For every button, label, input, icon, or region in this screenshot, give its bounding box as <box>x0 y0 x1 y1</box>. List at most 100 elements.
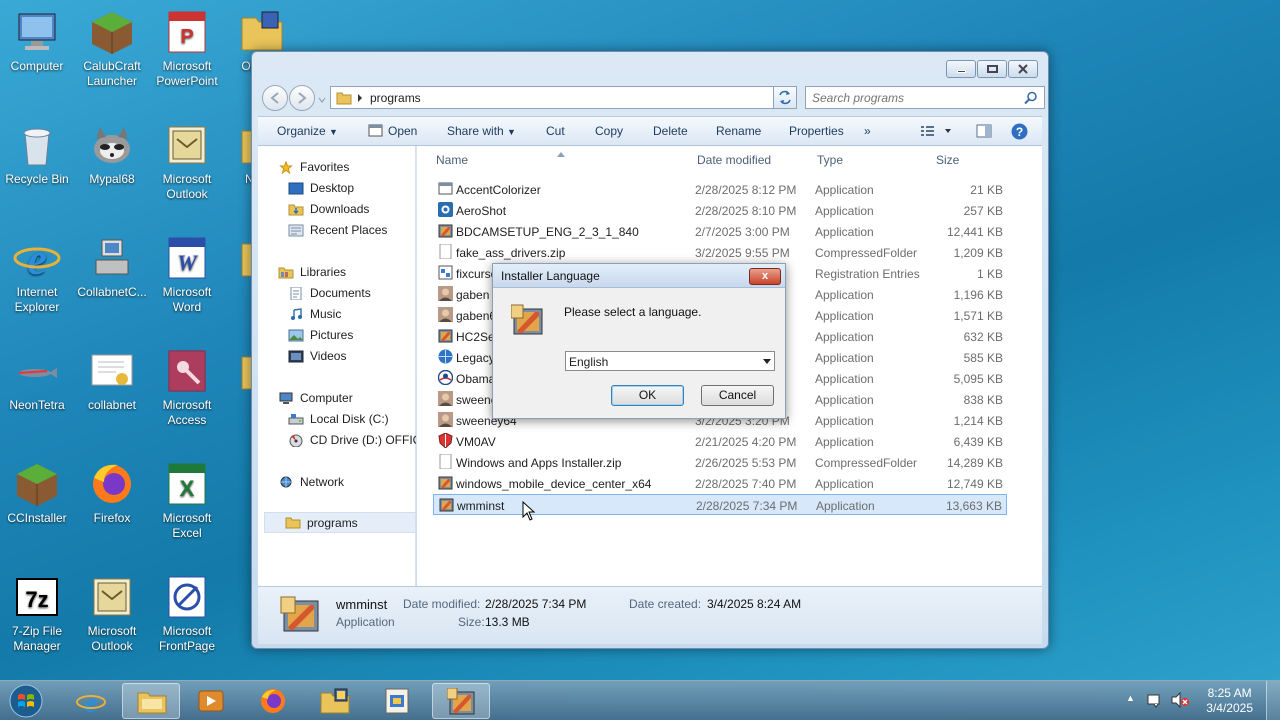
dialog-close-button[interactable]: x <box>749 268 781 285</box>
copy-button[interactable]: Copy <box>595 124 623 138</box>
refresh-button[interactable] <box>773 86 797 109</box>
file-row[interactable]: fake_ass_drivers.zip 3/2/2025 9:55 PM Comp… <box>433 242 1007 263</box>
nav-downloads[interactable]: Downloads <box>288 202 413 218</box>
close-window-button[interactable] <box>1008 60 1038 78</box>
taskbar-program-folder[interactable] <box>306 683 364 719</box>
nav-desktop[interactable]: Desktop <box>288 181 413 197</box>
taskbar-app-window[interactable] <box>368 683 426 719</box>
nav-libraries[interactable]: Libraries <box>278 265 408 281</box>
registry-icon <box>438 265 453 280</box>
file-row[interactable]: BDCAMSETUP_ENG_2_3_1_840 2/7/2025 3:00 PM… <box>433 221 1007 242</box>
forward-button[interactable] <box>289 85 315 111</box>
share-with-button[interactable]: Share with ▼ <box>447 124 516 138</box>
file-row[interactable]: AccentColorizer 2/28/2025 8:12 PM Applicat… <box>433 179 1007 200</box>
taskbar-clock[interactable]: 8:25 AM 3/4/2025 <box>1206 686 1253 716</box>
nav-cd-drive[interactable]: CD Drive (D:) OFFICE <box>288 433 416 449</box>
desktop-icon-label: Microsoft Excel <box>162 511 212 540</box>
desktop-icon[interactable]: W Microsoft Word <box>149 234 225 315</box>
desktop-icon[interactable]: e Internet Explorer <box>0 234 75 315</box>
nav-downloads-label: Downloads <box>310 202 370 216</box>
desktop-icon[interactable]: Mypal68 <box>74 121 150 187</box>
breadcrumb-arrow-icon[interactable] <box>357 94 363 102</box>
properties-button[interactable]: Properties <box>789 124 844 138</box>
maximize-button[interactable] <box>977 60 1007 78</box>
show-hidden-icons-button[interactable]: ▲ <box>1126 693 1135 703</box>
nav-programs[interactable]: programs <box>264 512 416 533</box>
dialog-titlebar[interactable]: Installer Language x <box>493 264 785 288</box>
more-commands-button[interactable]: » <box>864 124 871 138</box>
recycle-bin-icon <box>13 121 61 169</box>
nav-network[interactable]: Network <box>278 475 413 491</box>
taskbar-internet-explorer[interactable]: e <box>62 683 120 719</box>
ok-button[interactable]: OK <box>611 385 684 406</box>
search-icon[interactable] <box>1024 91 1038 105</box>
desktop-icon[interactable]: CalubCraft Launcher <box>74 8 150 89</box>
desktop-icon[interactable]: Firefox <box>74 460 150 526</box>
rename-button[interactable]: Rename <box>716 124 761 138</box>
nav-pictures[interactable]: Pictures <box>288 328 413 344</box>
nav-favorites[interactable]: Favorites <box>278 160 408 176</box>
address-bar[interactable]: programs <box>330 86 796 109</box>
view-options-button[interactable] <box>921 125 951 140</box>
videos-icon <box>288 350 304 363</box>
desktop-icon[interactable]: CollabnetC... <box>74 234 150 300</box>
column-date-header[interactable]: Date modified <box>697 153 771 167</box>
open-button[interactable]: Open <box>368 124 417 138</box>
recent-pages-chevron-icon[interactable] <box>318 93 326 107</box>
show-desktop-button[interactable] <box>1266 681 1280 720</box>
file-row[interactable]: windows_mobile_device_center_x64 2/28/202… <box>433 473 1007 494</box>
preview-pane-button[interactable] <box>976 124 992 141</box>
file-row[interactable]: VM0AV 2/21/2025 4:20 PM Application 6,439 K… <box>433 431 1007 452</box>
file-size: 21 KB <box>970 183 1003 197</box>
desktop-icon[interactable]: collabnet <box>74 347 150 413</box>
taskbar-explorer[interactable] <box>122 683 180 719</box>
column-type-header[interactable]: Type <box>817 153 843 167</box>
column-size-header[interactable]: Size <box>936 153 959 167</box>
column-name-header[interactable]: Name <box>436 153 468 167</box>
file-row[interactable]: Windows and Apps Installer.zip 2/26/2025 … <box>433 452 1007 473</box>
nav-computer[interactable]: Computer <box>278 391 413 407</box>
minimize-button[interactable] <box>946 60 976 78</box>
nav-local-disk[interactable]: Local Disk (C:) <box>288 412 413 428</box>
desktop-icon[interactable]: P Microsoft PowerPoint <box>149 8 225 89</box>
cut-button[interactable]: Cut <box>546 124 565 138</box>
taskbar-media-player[interactable] <box>182 683 240 719</box>
nav-videos[interactable]: Videos <box>288 349 413 365</box>
desktop-icon[interactable]: Microsoft Outlook <box>74 573 150 654</box>
organize-button[interactable]: Organize ▼ <box>277 124 338 138</box>
file-row[interactable]: wmminst 2/28/2025 7:34 PM Application 13,66… <box>433 494 1007 515</box>
action-center-icon[interactable] <box>1146 692 1164 708</box>
file-row[interactable]: AeroShot 2/28/2025 8:10 PM Application 257 … <box>433 200 1007 221</box>
nav-music[interactable]: Music <box>288 307 413 323</box>
desktop-icon[interactable]: CCInstaller <box>0 460 75 526</box>
desktop-icon-label: Internet Explorer <box>14 285 60 314</box>
powerpoint-icon: P <box>163 8 211 56</box>
desktop-icon[interactable]: 7z 7-Zip File Manager <box>0 573 75 654</box>
volume-muted-icon[interactable] <box>1171 692 1189 708</box>
file-name: gaben <box>456 288 490 302</box>
desktop-icon[interactable]: Microsoft Outlook <box>149 121 225 202</box>
nav-documents[interactable]: Documents <box>288 286 413 302</box>
search-box[interactable] <box>805 86 1045 109</box>
back-button[interactable] <box>262 85 288 111</box>
taskbar-installer[interactable] <box>432 683 490 719</box>
language-select[interactable]: English <box>565 351 775 371</box>
desktop-icon[interactable]: Computer <box>0 8 75 74</box>
cancel-button[interactable]: Cancel <box>701 385 774 406</box>
taskbar-firefox[interactable] <box>244 683 302 719</box>
desktop-icon[interactable]: Microsoft FrontPage <box>149 573 225 654</box>
search-input[interactable] <box>812 88 1022 108</box>
nav-recent-places[interactable]: Recent Places <box>288 223 413 239</box>
file-size: 14,289 KB <box>946 456 1003 470</box>
start-button[interactable] <box>6 683 46 719</box>
help-button[interactable]: ? <box>1011 123 1028 143</box>
desktop-icon-label: Microsoft Outlook <box>87 624 137 653</box>
desktop-icon[interactable]: X Microsoft Excel <box>149 460 225 541</box>
delete-button[interactable]: Delete <box>653 124 688 138</box>
desktop-icon[interactable]: Recycle Bin <box>0 121 75 187</box>
desktop-icon[interactable]: NeonTetra <box>0 347 75 413</box>
desktop-icon[interactable]: Microsoft Access <box>149 347 225 428</box>
file-size: 585 KB <box>963 351 1003 365</box>
file-date: 2/28/2025 7:40 PM <box>695 477 797 491</box>
svg-text:e: e <box>27 235 47 282</box>
